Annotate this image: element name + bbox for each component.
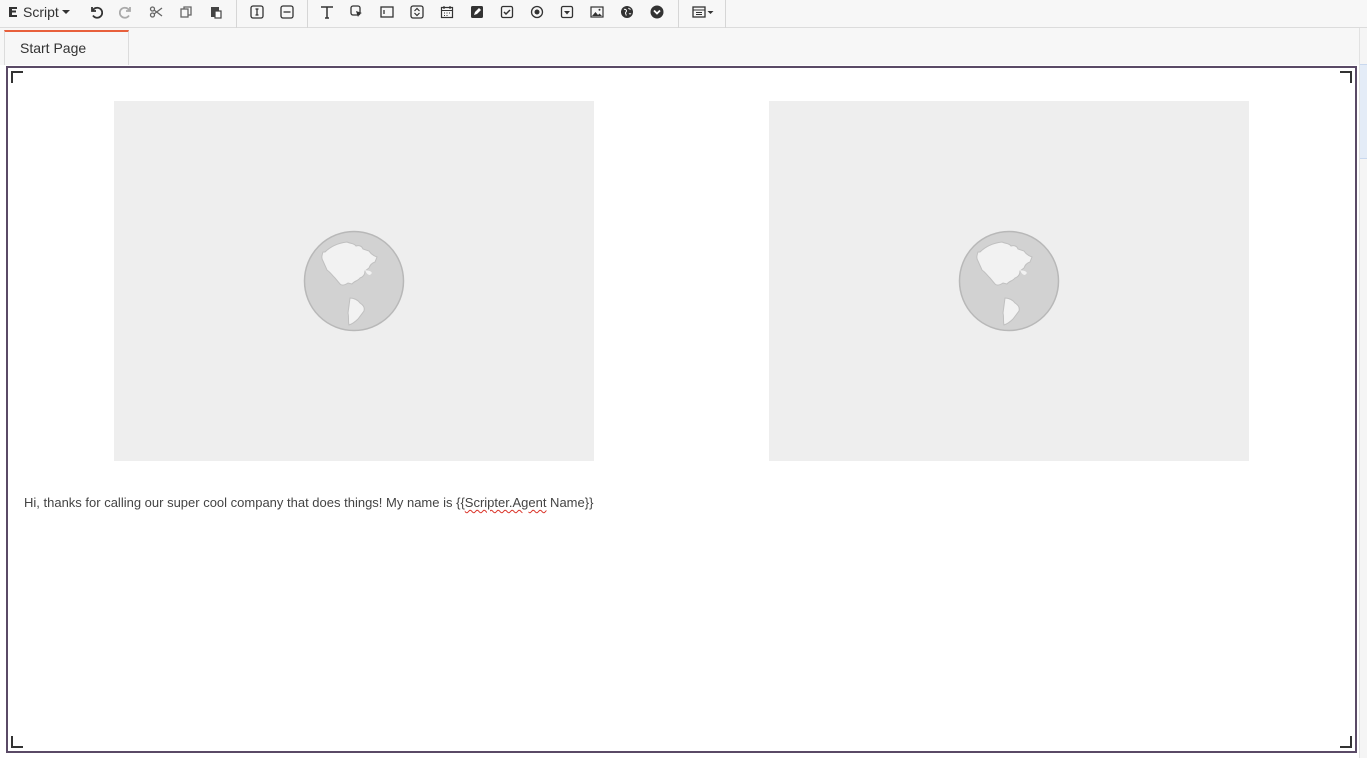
horizontal-rule-icon bbox=[280, 5, 294, 19]
canvas-corner-marker bbox=[11, 736, 23, 748]
redo-button[interactable] bbox=[112, 0, 140, 24]
toolbar-separator bbox=[307, 0, 308, 28]
textbox-button[interactable] bbox=[373, 0, 401, 24]
radio-icon bbox=[530, 5, 544, 19]
toolbar-separator bbox=[725, 0, 726, 28]
cut-button[interactable] bbox=[142, 0, 170, 24]
chevron-circle-button[interactable] bbox=[643, 0, 671, 24]
script-menu[interactable]: Script bbox=[6, 0, 70, 24]
paste-icon bbox=[211, 7, 222, 19]
dropdown-icon bbox=[560, 5, 574, 19]
text-icon bbox=[321, 6, 333, 19]
copy-button[interactable] bbox=[172, 0, 200, 24]
text-cursor-icon bbox=[250, 5, 264, 19]
text-button[interactable] bbox=[313, 0, 341, 24]
checkbox-button[interactable] bbox=[493, 0, 521, 24]
layout-menu-button[interactable] bbox=[688, 0, 718, 24]
layout-menu-icon bbox=[692, 6, 714, 18]
undo-icon bbox=[91, 6, 103, 19]
dropdown-button[interactable] bbox=[553, 0, 581, 24]
script-greeting-text[interactable]: Hi, thanks for calling our super cool co… bbox=[24, 495, 593, 510]
checkbox-icon bbox=[500, 5, 514, 19]
multiline-edit-button[interactable] bbox=[463, 0, 491, 24]
globe-placeholder-icon bbox=[958, 230, 1060, 332]
image-placeholder-left[interactable] bbox=[114, 101, 594, 461]
globe-placeholder-icon bbox=[303, 230, 405, 332]
image-icon bbox=[590, 6, 604, 18]
redo-icon bbox=[119, 6, 131, 19]
canvas-corner-marker bbox=[11, 71, 23, 83]
spinner-button[interactable] bbox=[403, 0, 431, 24]
right-side-panel[interactable] bbox=[1359, 28, 1367, 758]
cut-icon bbox=[149, 6, 163, 18]
paste-button[interactable] bbox=[202, 0, 230, 24]
horizontal-rule-button[interactable] bbox=[273, 0, 301, 24]
tab-label: Start Page bbox=[20, 40, 87, 56]
tab-start-page[interactable]: Start Page bbox=[4, 30, 129, 65]
caret-down-icon bbox=[61, 10, 70, 14]
script-icon bbox=[9, 7, 17, 17]
toolbar: Script bbox=[0, 0, 1367, 28]
toolbar-separator bbox=[236, 0, 237, 28]
button-control-button[interactable] bbox=[343, 0, 371, 24]
copy-icon bbox=[180, 6, 192, 18]
date-button[interactable] bbox=[433, 0, 461, 24]
design-canvas[interactable]: Hi, thanks for calling our super cool co… bbox=[6, 66, 1357, 753]
script-menu-label: Script bbox=[23, 4, 59, 20]
button-pointer-icon bbox=[350, 5, 362, 17]
spinner-icon bbox=[410, 5, 424, 19]
chevron-circle-icon bbox=[650, 5, 664, 19]
globe-icon bbox=[621, 6, 633, 18]
text-cursor-button[interactable] bbox=[243, 0, 271, 24]
image-placeholder-right[interactable] bbox=[769, 101, 1249, 461]
undo-button[interactable] bbox=[82, 0, 110, 24]
canvas-corner-marker bbox=[1340, 71, 1352, 83]
radio-button[interactable] bbox=[523, 0, 551, 24]
image-button[interactable] bbox=[583, 0, 611, 24]
agent-variable-text: Scripter.Agent bbox=[464, 495, 547, 510]
calendar-icon bbox=[440, 6, 454, 19]
right-panel-selection bbox=[1360, 64, 1367, 159]
greeting-text-end: Name}} bbox=[546, 495, 594, 510]
textbox-icon bbox=[380, 6, 394, 18]
greeting-text: Hi, thanks for calling our super cool co… bbox=[24, 495, 465, 510]
web-page-button[interactable] bbox=[613, 0, 641, 24]
page-tabs: Start Page bbox=[0, 28, 1359, 65]
canvas-corner-marker bbox=[1340, 736, 1352, 748]
toolbar-separator bbox=[678, 0, 679, 28]
multiline-edit-icon bbox=[471, 6, 483, 18]
